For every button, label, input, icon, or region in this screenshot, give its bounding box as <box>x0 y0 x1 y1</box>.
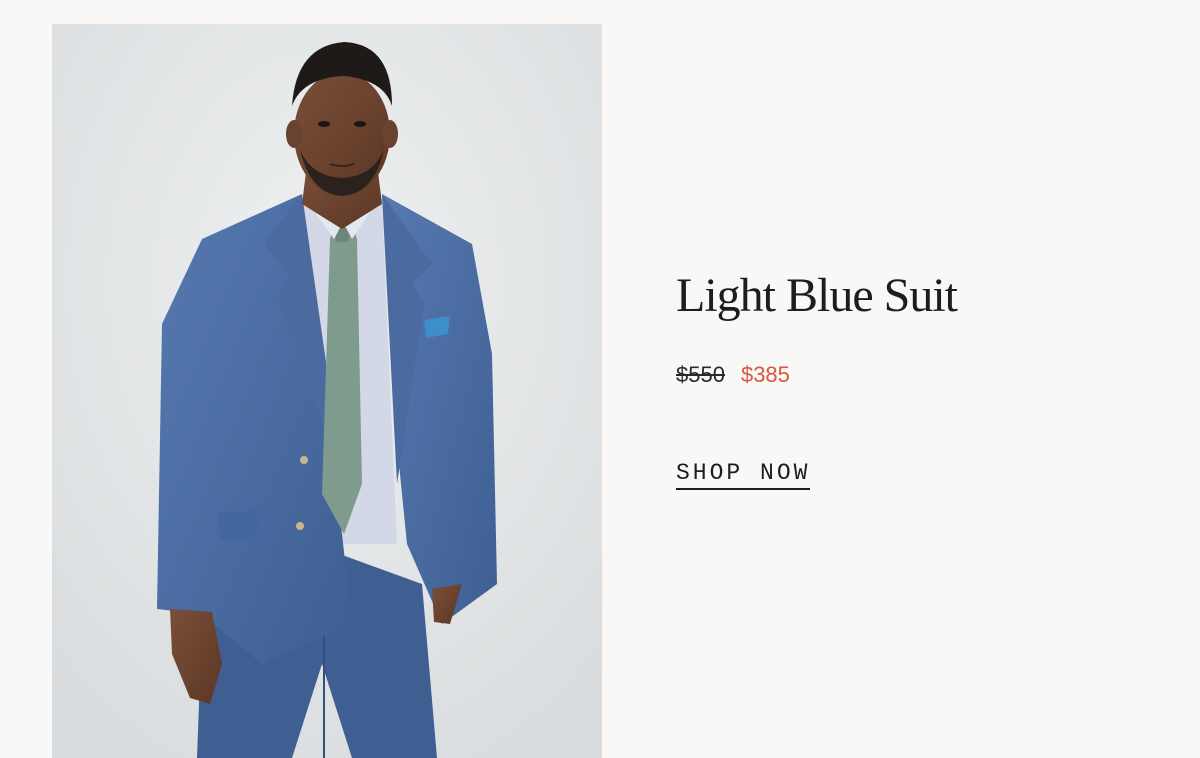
sale-price: $385 <box>740 362 790 387</box>
price-row: $550 $385 <box>676 362 1156 388</box>
product-promo-page: Light Blue Suit $550 $385 SHOP NOW <box>0 0 1200 758</box>
product-info: Light Blue Suit $550 $385 SHOP NOW <box>676 268 1156 490</box>
product-title: Light Blue Suit <box>676 269 958 322</box>
product-photo[interactable] <box>52 24 602 758</box>
original-price: $550 <box>676 362 725 387</box>
model-in-suit-illustration <box>52 24 602 758</box>
shop-now-link[interactable]: SHOP NOW <box>676 460 811 490</box>
